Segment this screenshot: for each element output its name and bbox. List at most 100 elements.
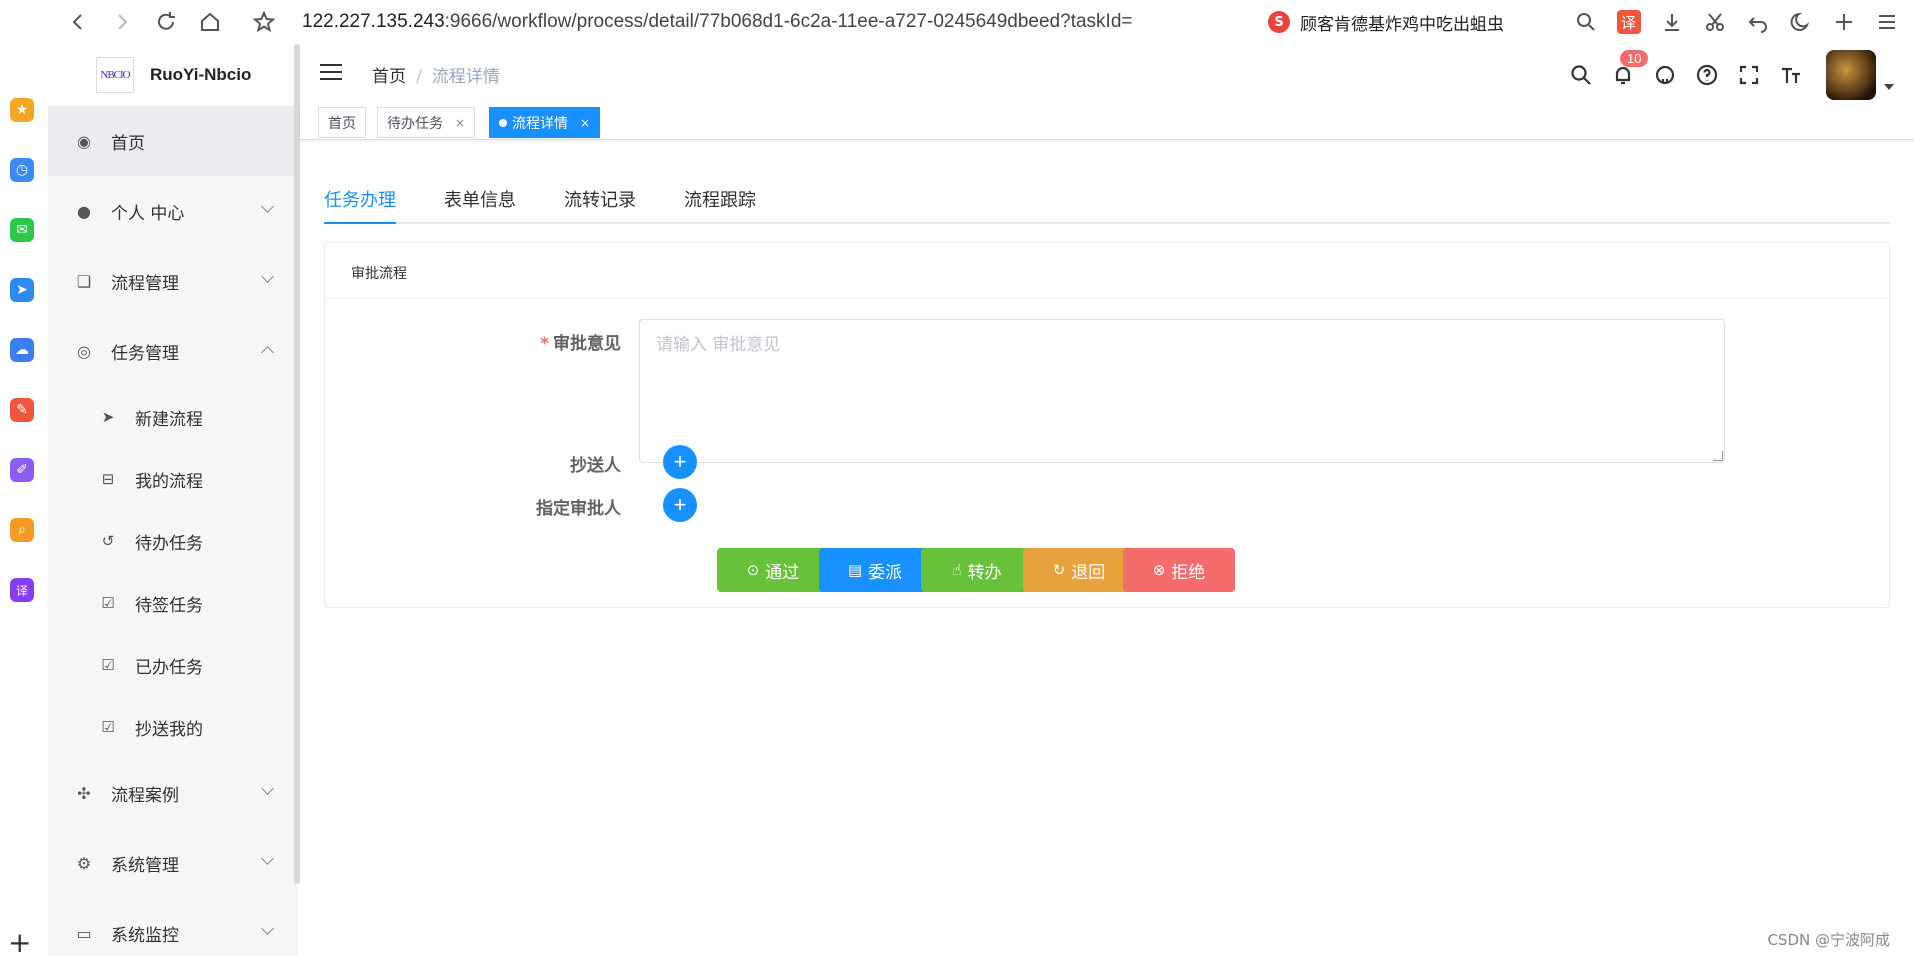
transfer-button[interactable]: ☝ 转办 — [921, 548, 1033, 592]
sidebar-subitem-label: 抄送我的 — [135, 719, 203, 740]
sidebar-item-task-management[interactable]: ◎ 任务管理 — [48, 316, 298, 386]
close-circle-icon: ⊗ — [1152, 561, 1166, 579]
search-button[interactable] — [1560, 54, 1602, 96]
approve-button[interactable]: ⊙ 通过 — [717, 548, 829, 592]
forward-icon[interactable] — [100, 0, 144, 44]
required-mark: * — [540, 334, 549, 354]
close-icon[interactable]: × — [455, 116, 465, 130]
tag-process-detail[interactable]: 流程详情 × — [489, 107, 601, 138]
sidebar-subitem-my-process[interactable]: ⊟ 我的流程 — [48, 448, 298, 510]
sidebar-item-system-management[interactable]: ⚙ 系统管理 — [48, 828, 298, 898]
logo[interactable]: NBCIO RuoYi-Nbcio — [48, 44, 298, 106]
checkbox-icon: ☑ — [101, 718, 115, 736]
star-icon[interactable]: ★ — [10, 98, 34, 122]
sidebar-item-personal-center[interactable]: ● 个人 中心 — [48, 176, 298, 246]
tab-process-tracking[interactable]: 流程跟踪 — [684, 186, 756, 222]
download-icon[interactable] — [1650, 0, 1693, 44]
refresh-icon: ↻ — [1052, 561, 1066, 579]
tab-task-handling[interactable]: 任务办理 — [324, 186, 396, 224]
breadcrumb-separator: / — [416, 67, 422, 87]
menu-icon[interactable] — [1865, 0, 1908, 44]
sidebar-subitem-new-process[interactable]: ➤ 新建流程 — [48, 386, 298, 448]
sidebar-subitem-to-sign[interactable]: ☑ 待签任务 — [48, 572, 298, 634]
sidebar-subitem-label: 我的流程 — [135, 471, 203, 492]
sidebar-item-process-cases[interactable]: ✣ 流程案例 — [48, 758, 298, 828]
search-icon[interactable] — [1564, 0, 1607, 44]
sidebar-item-label: 流程案例 — [111, 785, 179, 806]
paper-plane-icon: ➤ — [101, 408, 115, 426]
cloud-icon[interactable]: ☁ — [10, 338, 34, 362]
translate-button[interactable]: 译 — [1607, 0, 1650, 44]
delegate-button[interactable]: ▤ 委派 — [819, 548, 931, 592]
sidebar-subitem-todo[interactable]: ↺ 待办任务 — [48, 510, 298, 572]
chevron-down-icon — [261, 922, 274, 935]
detail-tabs: 任务办理 表单信息 流转记录 流程跟踪 — [324, 174, 1890, 224]
github-button[interactable] — [1644, 54, 1686, 96]
wechat-icon[interactable]: ✉ — [10, 218, 34, 242]
font-size-button[interactable] — [1770, 54, 1812, 96]
home-icon[interactable] — [188, 0, 232, 44]
sidebar-subitem-label: 已办任务 — [135, 657, 203, 678]
sidebar-subitem-cc-me[interactable]: ☑ 抄送我的 — [48, 696, 298, 758]
address-bar[interactable]: 122.227.135.243:9666/workflow/process/de… — [302, 11, 1132, 33]
watermark: CSDN @宁波阿成 — [1767, 931, 1890, 949]
help-button[interactable] — [1686, 54, 1728, 96]
navbar-actions: 10 — [1560, 44, 1914, 106]
comment-icon: ▤ — [847, 561, 863, 579]
pdf-icon[interactable]: ✎ — [10, 398, 34, 422]
sidebar-item-label: 系统管理 — [111, 855, 179, 876]
active-dot-icon — [499, 118, 507, 127]
add-assignee-button[interactable]: + — [663, 488, 697, 522]
breadcrumb-home[interactable]: 首页 — [372, 67, 406, 87]
sidebar-subitem-done[interactable]: ☑ 已办任务 — [48, 634, 298, 696]
sidebar-subitem-label: 待办任务 — [135, 533, 203, 554]
sidebar-item-label: 系统监控 — [111, 925, 179, 946]
chevron-up-icon — [261, 346, 274, 359]
search-app-icon[interactable]: ⌕ — [10, 518, 34, 542]
add-cc-button[interactable]: + — [663, 445, 697, 479]
return-button[interactable]: ↻ 退回 — [1023, 548, 1135, 592]
puzzle-icon: ✣ — [77, 783, 91, 803]
send-icon[interactable]: ➤ — [10, 278, 34, 302]
sogou-icon[interactable]: S — [1268, 11, 1290, 33]
resize-handle-icon[interactable] — [1713, 451, 1723, 461]
tag-label: 待办任务 — [387, 115, 443, 132]
comment-textarea[interactable]: 请输入 审批意见 — [639, 319, 1725, 463]
notification-button[interactable]: 10 — [1602, 50, 1649, 96]
question-icon — [1696, 64, 1718, 86]
sidebar: NBCIO RuoYi-Nbcio ◉ 首页 ● 个人 中心 ❏ 流程管理 ◎ … — [48, 44, 298, 956]
tag-todo-tasks[interactable]: 待办任务 × — [377, 107, 476, 138]
night-mode-icon[interactable] — [1779, 0, 1822, 44]
scissors-icon[interactable] — [1693, 0, 1736, 44]
chevron-down-icon — [261, 782, 274, 795]
caret-down-icon[interactable] — [1884, 84, 1894, 90]
new-tab-icon[interactable] — [1822, 0, 1865, 44]
history-icon: ↺ — [101, 532, 115, 550]
sidebar-item-process-management[interactable]: ❏ 流程管理 — [48, 246, 298, 316]
news-ticker[interactable]: 顾客肯德基炸鸡中吃出蛆虫 — [1300, 10, 1504, 35]
reload-icon[interactable] — [144, 0, 188, 44]
add-app-icon[interactable]: + — [8, 926, 31, 956]
tag-label: 流程详情 — [512, 115, 568, 132]
tab-transfer-records[interactable]: 流转记录 — [564, 186, 636, 222]
tag-home[interactable]: 首页 — [318, 107, 366, 138]
tab-form-info[interactable]: 表单信息 — [444, 186, 516, 222]
translate-app-icon[interactable]: 译 — [10, 578, 34, 602]
card-title: 审批流程 — [325, 243, 1889, 299]
edit-icon[interactable]: ✐ — [10, 458, 34, 482]
search-icon — [1571, 65, 1591, 85]
sidebar-item-system-monitor[interactable]: ▭ 系统监控 — [48, 898, 298, 956]
dashboard-icon: ◉ — [77, 131, 91, 151]
back-icon[interactable] — [56, 0, 100, 44]
browser-dock: ★ ◷ ✉ ➤ ☁ ✎ ✐ ⌕ 译 + — [0, 44, 42, 956]
clock-icon[interactable]: ◷ — [10, 158, 34, 182]
sidebar-toggle-icon[interactable] — [320, 64, 342, 82]
avatar[interactable] — [1826, 50, 1876, 100]
user-icon: ● — [77, 201, 91, 221]
sidebar-item-home[interactable]: ◉ 首页 — [48, 106, 298, 176]
bookmark-star-icon[interactable] — [242, 0, 286, 44]
undo-icon[interactable] — [1736, 0, 1779, 44]
close-icon[interactable]: × — [580, 116, 590, 130]
reject-button[interactable]: ⊗ 拒绝 — [1123, 548, 1235, 592]
fullscreen-button[interactable] — [1728, 54, 1770, 96]
